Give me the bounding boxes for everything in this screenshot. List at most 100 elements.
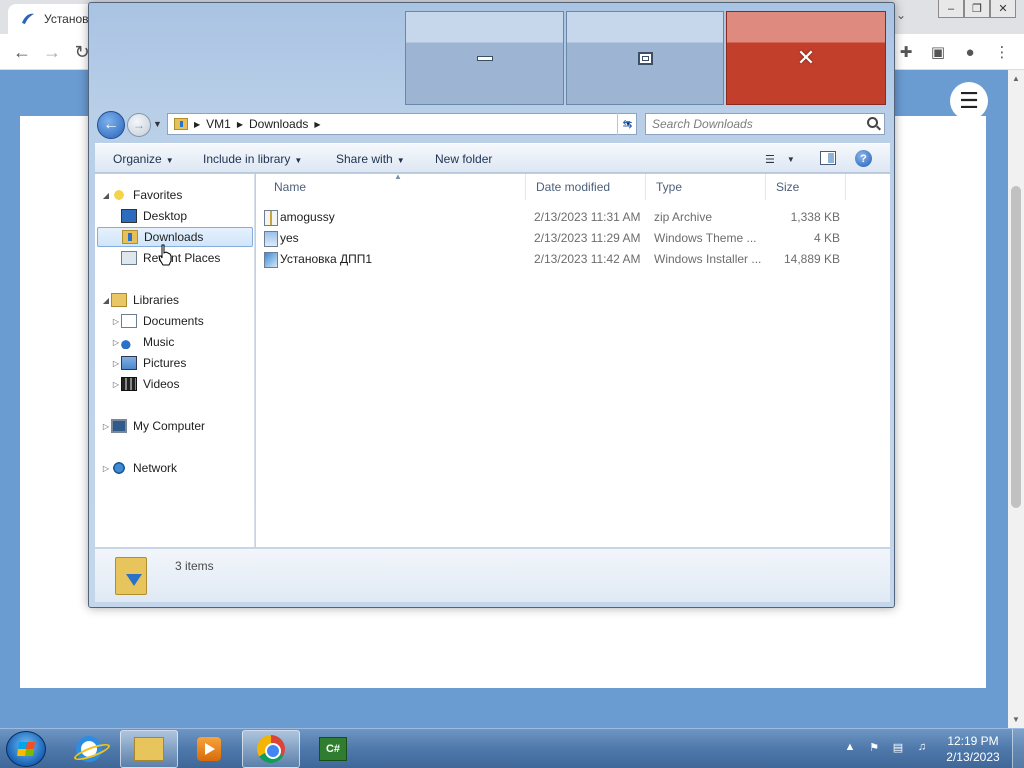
nav-pictures[interactable]: ▷ Pictures: [111, 353, 186, 373]
breadcrumb-separator-icon[interactable]: ▶: [314, 120, 320, 129]
theme-file-icon: [264, 231, 278, 247]
forward-arrow-icon: →: [133, 118, 145, 132]
back-icon[interactable]: ←: [10, 40, 34, 64]
taskbar-internet-explorer[interactable]: [60, 730, 118, 768]
column-name-label: Name: [274, 180, 307, 194]
breadcrumb-separator-icon[interactable]: ▶: [194, 120, 200, 129]
show-hidden-icons-icon[interactable]: ▲: [842, 739, 858, 755]
back-button[interactable]: ←: [97, 111, 125, 139]
nav-downloads[interactable]: Downloads: [97, 227, 253, 247]
nav-music[interactable]: ▷ Music: [111, 332, 174, 352]
expand-triangle-icon[interactable]: ▷: [111, 380, 121, 389]
search-input[interactable]: [652, 117, 852, 131]
include-in-library-button[interactable]: Include in library ▼: [203, 152, 302, 166]
nav-libraries[interactable]: ◢ Libraries: [101, 290, 179, 310]
browser-window-controls: – ❐ ✕: [938, 0, 1016, 20]
volume-icon[interactable]: ♫: [914, 739, 930, 755]
taskbar-csharp[interactable]: C#: [304, 730, 362, 768]
chevron-down-icon: ▼: [294, 156, 303, 165]
installer-icon: [264, 252, 278, 268]
nav-documents[interactable]: ▷ Documents: [111, 311, 204, 331]
breadcrumb-vm1[interactable]: VM1: [206, 117, 231, 131]
share-with-button[interactable]: Share with ▼: [336, 152, 405, 166]
system-tray: ▲ ⚑ ▤ ♫: [842, 739, 930, 755]
site-favicon-icon: [22, 13, 34, 24]
show-desktop-button[interactable]: [1012, 729, 1024, 768]
extensions-icon[interactable]: ✚: [894, 40, 918, 64]
star-icon: [111, 188, 127, 202]
nav-documents-label: Documents: [143, 314, 204, 328]
maximize-button[interactable]: [566, 11, 724, 105]
search-box[interactable]: [645, 113, 885, 135]
taskbar-media-player[interactable]: [180, 730, 238, 768]
browser-close-button[interactable]: ✕: [990, 0, 1016, 18]
column-header-size[interactable]: Size: [766, 174, 846, 200]
minimize-button[interactable]: [405, 11, 564, 105]
downloads-folder-icon: [174, 118, 188, 130]
browser-minimize-button[interactable]: –: [938, 0, 964, 18]
breadcrumb-separator-icon[interactable]: ▶: [237, 120, 243, 129]
music-icon: [121, 335, 137, 349]
expand-triangle-icon[interactable]: ▷: [111, 317, 121, 326]
csharp-icon: C#: [319, 737, 347, 761]
file-name: amogussy: [280, 210, 335, 224]
item-count: 3 items: [175, 559, 214, 573]
recent-pages-chevron-icon[interactable]: ▼: [153, 119, 162, 129]
nav-videos[interactable]: ▷ Videos: [111, 374, 179, 394]
expand-triangle-icon[interactable]: ▷: [111, 338, 121, 347]
new-folder-button[interactable]: New folder: [435, 152, 492, 166]
page-scrollbar[interactable]: ▲ ▼: [1008, 70, 1024, 728]
browser-restore-button[interactable]: ❐: [964, 0, 990, 18]
expand-triangle-icon[interactable]: ▷: [111, 359, 121, 368]
file-row[interactable]: amogussy 2/13/2023 11:31 AM zip Archive …: [264, 207, 854, 227]
forward-icon[interactable]: →: [40, 40, 64, 64]
file-row[interactable]: Установка ДПП1 2/13/2023 11:42 AM Window…: [264, 249, 854, 269]
side-panel-icon[interactable]: ▣: [926, 40, 950, 64]
expand-triangle-icon[interactable]: ▷: [101, 464, 111, 473]
recent-places-icon: [121, 251, 137, 265]
refresh-button[interactable]: ⇆: [617, 113, 637, 135]
hamburger-menu-icon[interactable]: ☰: [950, 82, 988, 120]
clock[interactable]: 12:19 PM 2/13/2023: [938, 733, 1008, 765]
nav-network[interactable]: ▷ Network: [101, 458, 177, 478]
file-row[interactable]: yes 2/13/2023 11:29 AM Windows Theme ...…: [264, 228, 854, 248]
organize-button[interactable]: Organize ▼: [113, 152, 174, 166]
scrollbar-thumb[interactable]: [1011, 186, 1021, 508]
file-date: 2/13/2023 11:42 AM: [534, 252, 641, 266]
scroll-up-icon[interactable]: ▲: [1012, 74, 1020, 83]
file-name: Установка ДПП1: [280, 252, 373, 266]
column-header-type[interactable]: Type: [646, 174, 766, 200]
collapse-triangle-icon[interactable]: ◢: [101, 296, 111, 305]
include-in-library-label: Include in library: [203, 152, 291, 166]
change-view-button[interactable]: ☰ ▼: [765, 150, 801, 168]
expand-triangle-icon[interactable]: ▷: [101, 422, 111, 431]
column-header-date-modified[interactable]: Date modified: [526, 174, 646, 200]
nav-desktop[interactable]: Desktop: [121, 206, 187, 226]
address-bar[interactable]: ▶ VM1 ▶ Downloads ▶ ▼: [167, 113, 637, 135]
search-icon[interactable]: [867, 117, 878, 128]
downloads-folder-icon: [122, 230, 138, 244]
close-button[interactable]: ✕: [726, 11, 886, 105]
close-icon: ✕: [796, 45, 816, 70]
collapse-triangle-icon[interactable]: ◢: [101, 191, 111, 200]
profile-icon[interactable]: ●: [958, 40, 982, 64]
forward-button[interactable]: →: [127, 113, 151, 137]
column-header-name[interactable]: Name ▲: [264, 172, 526, 200]
network-disconnected-icon[interactable]: ▤: [890, 739, 906, 755]
file-size: 14,889 KB: [784, 252, 841, 266]
preview-pane-icon[interactable]: [820, 151, 836, 165]
chrome-icon: [257, 735, 285, 763]
scroll-down-icon[interactable]: ▼: [1012, 715, 1020, 724]
start-button[interactable]: [6, 731, 46, 767]
videos-icon: [121, 377, 137, 391]
action-center-icon[interactable]: ⚑: [866, 739, 882, 755]
tab-search-chevron-icon[interactable]: ⌄: [896, 8, 906, 22]
taskbar-chrome[interactable]: [242, 730, 300, 768]
taskbar-explorer[interactable]: [120, 730, 178, 768]
column-type-label: Type: [656, 180, 683, 194]
nav-my-computer[interactable]: ▷ My Computer: [101, 416, 205, 436]
help-icon[interactable]: ?: [855, 150, 872, 167]
nav-favorites[interactable]: ◢ Favorites: [101, 185, 182, 205]
menu-icon[interactable]: ⋮: [990, 40, 1014, 64]
breadcrumb-downloads[interactable]: Downloads: [249, 117, 308, 131]
